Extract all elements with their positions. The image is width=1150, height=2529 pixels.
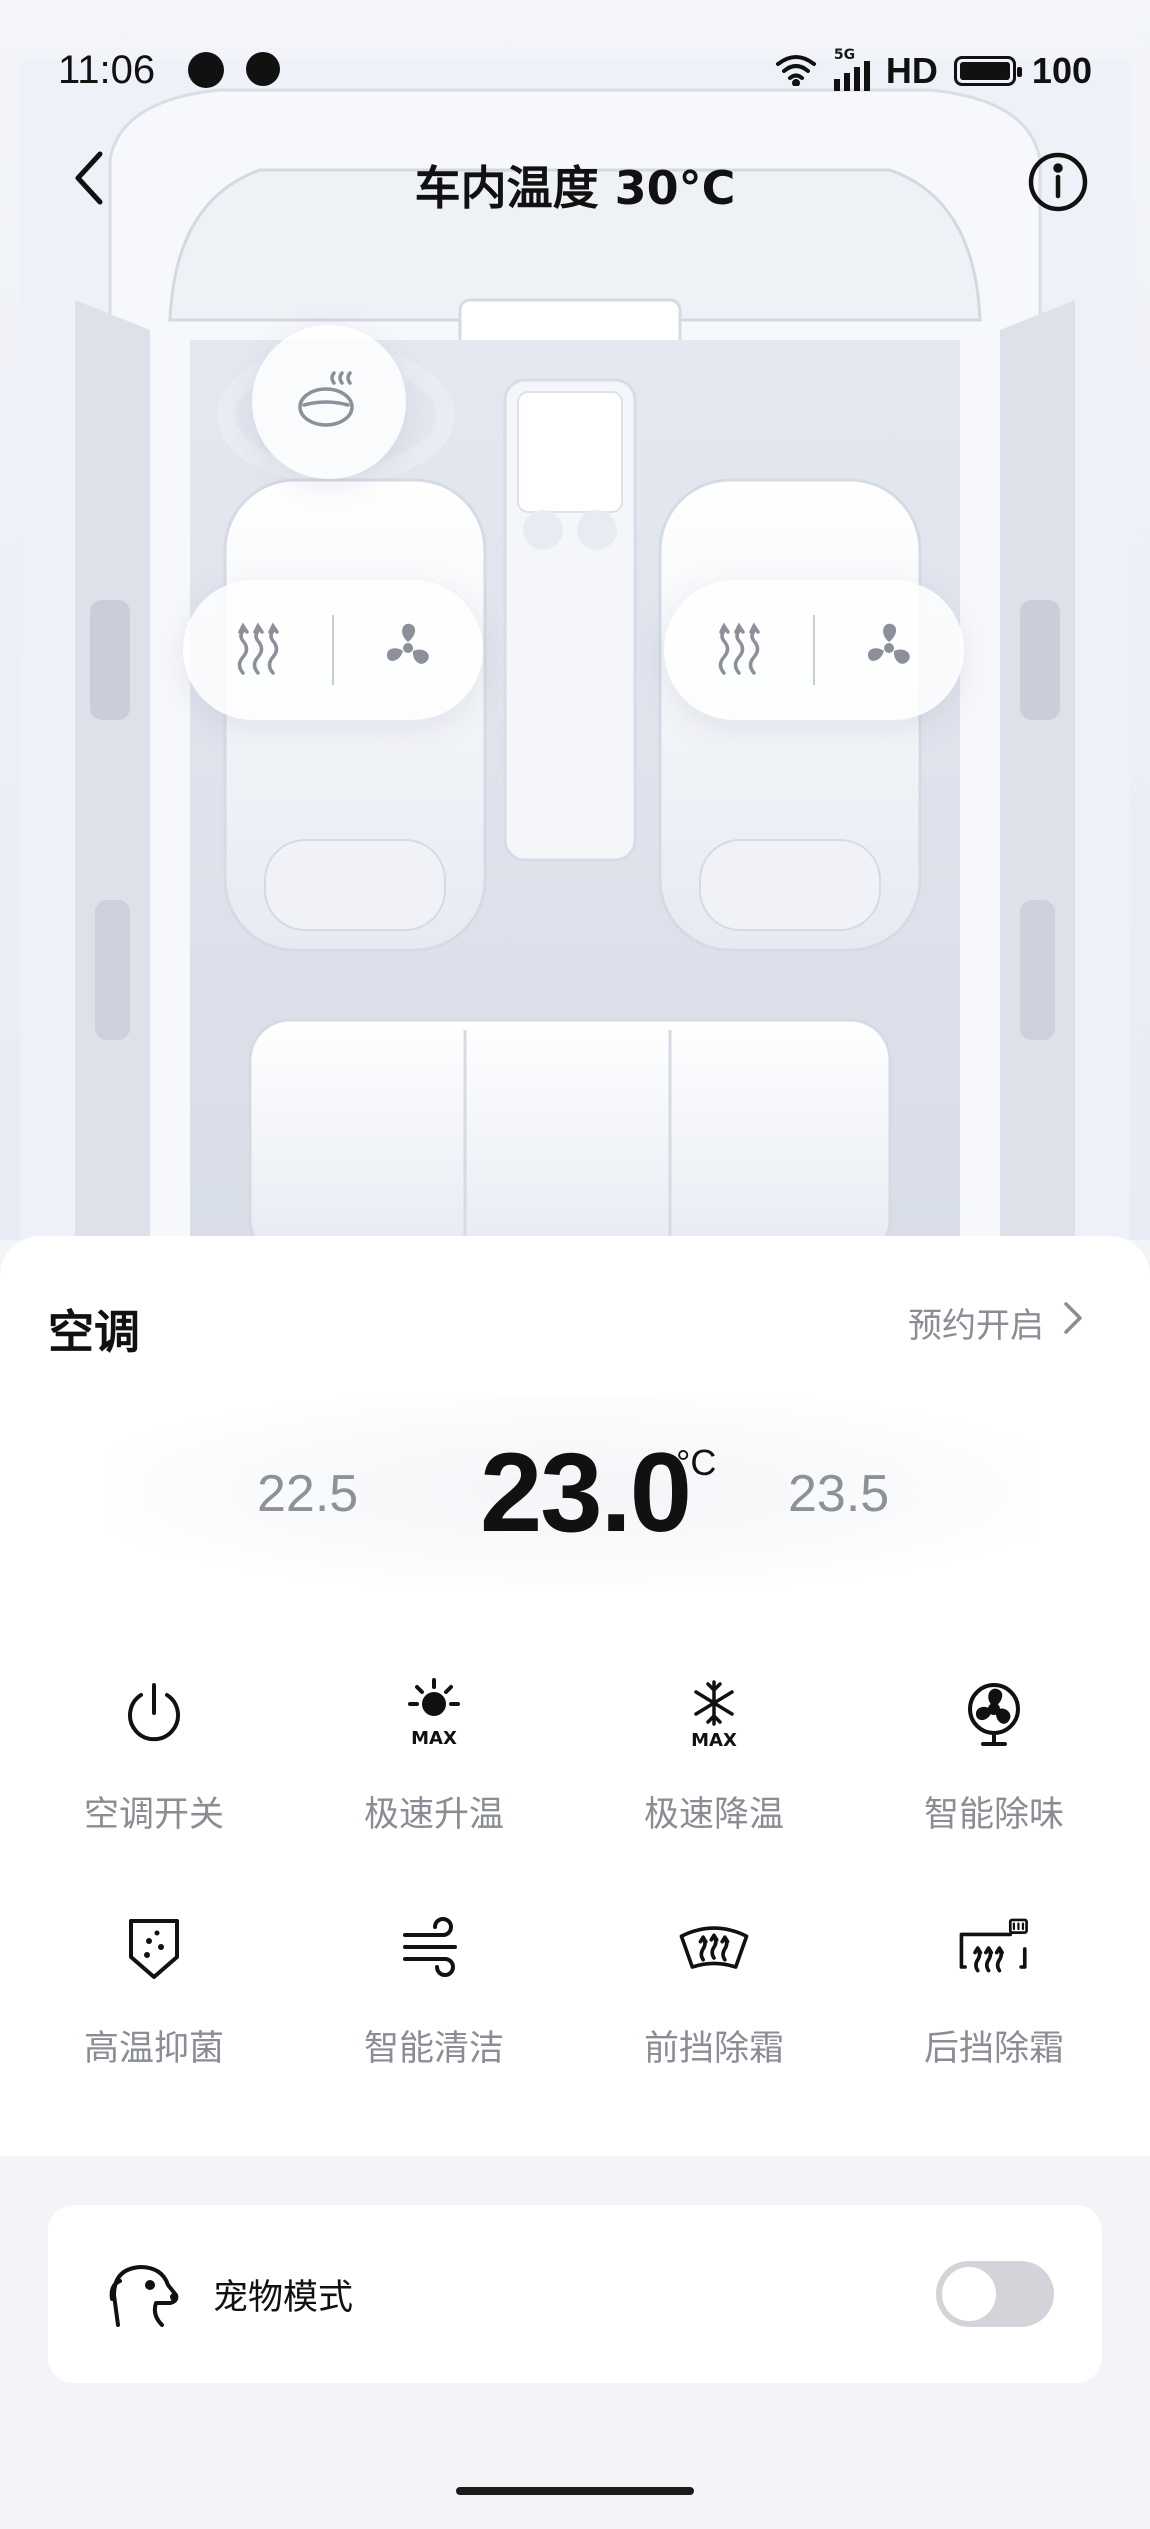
max-cool-button[interactable]: MAX 极速降温 xyxy=(574,1676,854,1846)
status-bar: 11:06 5G HD 100 xyxy=(0,0,1150,140)
temp-current: 23.0 xyxy=(480,1430,692,1555)
pet-mode-label: 宠物模式 xyxy=(213,2278,354,2318)
front-defrost-button[interactable]: 前挡除霜 xyxy=(574,1910,854,2080)
ac-power-button[interactable]: 空调开关 xyxy=(14,1676,294,1846)
ac-function-grid: 空调开关 MAX 极速升温 MAX 极速降温 智能除味 高温抑菌 智能清洁 前挡… xyxy=(14,1676,1136,2080)
schedule-label: 预约开启 xyxy=(908,1306,1044,1346)
toggle-knob xyxy=(942,2267,996,2321)
deodorize-button[interactable]: 智能除味 xyxy=(854,1676,1134,1846)
right-seat-controls xyxy=(664,580,964,720)
steering-wheel-heat-button[interactable] xyxy=(252,325,406,479)
wifi-icon xyxy=(774,52,818,90)
svg-text:MAX: MAX xyxy=(691,1730,737,1751)
func-label: 前挡除霜 xyxy=(643,2029,784,2069)
page-title: 车内温度 30°C xyxy=(414,161,736,215)
func-label: 高温抑菌 xyxy=(83,2029,224,2069)
dog-icon xyxy=(104,2255,182,2333)
func-label: 后挡除霜 xyxy=(923,2029,1064,2069)
schedule-button[interactable]: 预约开启 xyxy=(908,1298,1084,1347)
seat-heat-icon xyxy=(709,618,769,682)
power-icon xyxy=(116,1676,192,1752)
rear-defrost-icon xyxy=(956,1910,1032,1986)
right-seat-heat-button[interactable] xyxy=(664,580,813,720)
signal-icon: 5G xyxy=(833,47,870,91)
front-defrost-icon xyxy=(676,1910,752,1986)
func-label: 智能清洁 xyxy=(363,2029,504,2069)
status-indicators: 5G HD 100 xyxy=(774,46,1092,96)
svg-text:MAX: MAX xyxy=(411,1728,457,1749)
seat-heat-icon xyxy=(228,618,288,682)
max-cool-icon: MAX xyxy=(676,1676,752,1752)
info-icon xyxy=(1026,152,1090,218)
seat-fan-icon xyxy=(376,616,440,684)
smart-clean-button[interactable]: 智能清洁 xyxy=(294,1910,574,2080)
rear-defrost-button[interactable]: 后挡除霜 xyxy=(854,1910,1134,2080)
temperature-selector[interactable]: 22.5 23.0 °C 23.5 xyxy=(110,1396,1040,1586)
battery-level: 100 xyxy=(1031,50,1092,91)
wind-clean-icon xyxy=(396,1910,472,1986)
header: 车内温度 30°C xyxy=(0,130,1150,230)
func-label: 智能除味 xyxy=(923,1795,1064,1835)
temp-option-lower[interactable]: 22.5 xyxy=(257,1464,358,1524)
sterilize-icon xyxy=(116,1910,192,1986)
app-notification-icon xyxy=(246,52,280,86)
fan-deodorize-icon xyxy=(956,1676,1032,1752)
left-seat-vent-button[interactable] xyxy=(334,580,483,720)
func-label: 空调开关 xyxy=(83,1795,224,1835)
hd-badge: HD xyxy=(885,50,938,91)
chevron-right-icon xyxy=(1062,1300,1084,1345)
max-heat-icon: MAX xyxy=(396,1676,472,1752)
steering-wheel-heat-icon xyxy=(294,365,364,439)
left-seat-controls xyxy=(183,580,483,720)
temp-unit: °C xyxy=(676,1442,717,1483)
network-type: 5G xyxy=(833,47,856,63)
home-indicator[interactable] xyxy=(456,2487,694,2495)
ac-section-title: 空调 xyxy=(48,1305,140,1359)
pet-mode-card: 宠物模式 xyxy=(48,2205,1102,2383)
ac-panel: 空调 预约开启 22.5 23.0 °C 23.5 空调开关 MAX 极速升温 … xyxy=(0,1236,1150,2156)
sterilize-button[interactable]: 高温抑菌 xyxy=(14,1910,294,2080)
max-heat-button[interactable]: MAX 极速升温 xyxy=(294,1676,574,1846)
func-label: 极速升温 xyxy=(363,1795,504,1835)
battery-icon xyxy=(953,56,1022,86)
temp-option-higher[interactable]: 23.5 xyxy=(788,1464,889,1524)
pet-mode-toggle[interactable] xyxy=(936,2261,1054,2327)
info-button[interactable] xyxy=(1026,150,1090,214)
status-time: 11:06 xyxy=(58,48,156,92)
func-label: 极速降温 xyxy=(643,1795,784,1835)
notification-icon xyxy=(188,52,224,88)
left-seat-heat-button[interactable] xyxy=(183,580,332,720)
right-seat-vent-button[interactable] xyxy=(815,580,964,720)
seat-fan-icon xyxy=(857,616,921,684)
